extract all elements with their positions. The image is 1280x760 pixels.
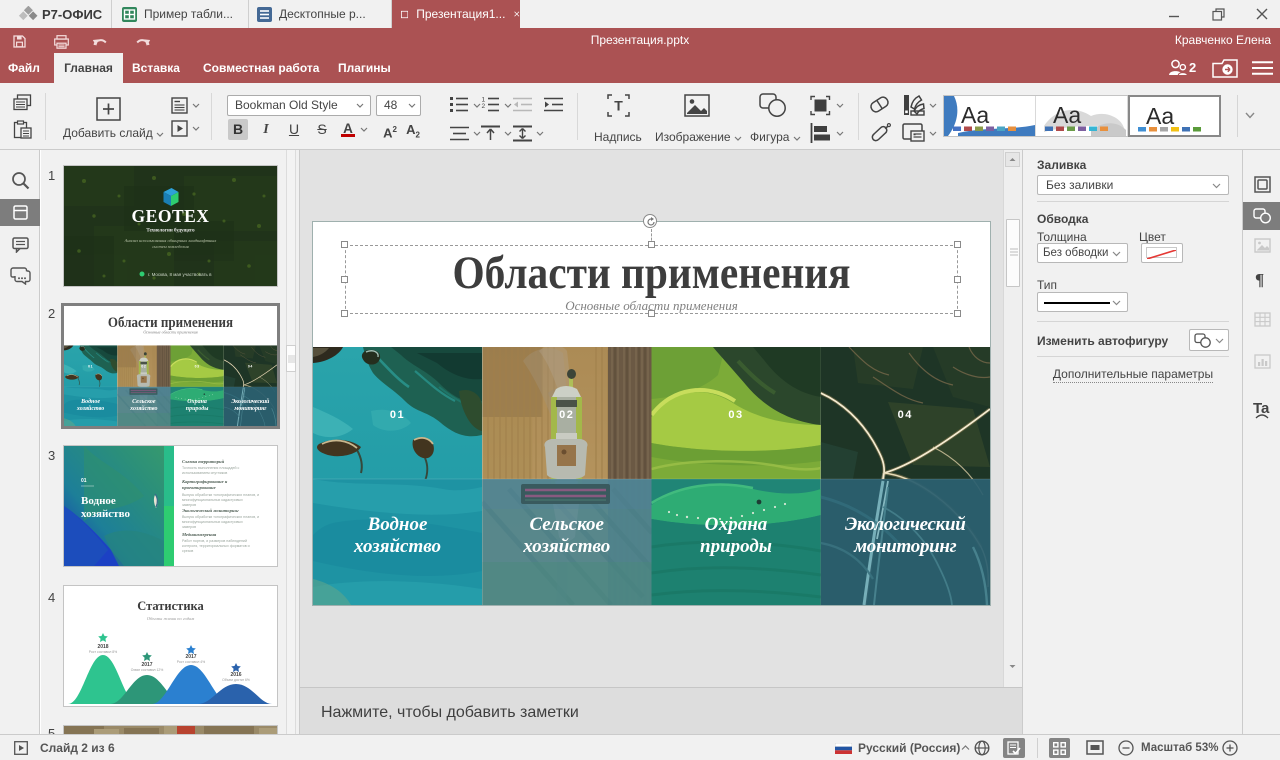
svg-text:Водное: Водное xyxy=(81,495,116,507)
svg-text:контроля, территориальных форм: контроля, территориальных форматов и xyxy=(182,544,250,548)
svg-text:Картографирование и: Картографирование и xyxy=(181,479,228,484)
svg-text:Медиаизмерения: Медиаизмерения xyxy=(181,532,217,537)
svg-text:проектирование: проектирование xyxy=(182,485,216,490)
svg-text:г. Москва, 8 мая участвовать в: г. Москва, 8 мая участвовать в xyxy=(148,272,212,277)
svg-text:Охват составил 12%: Охват составил 12% xyxy=(131,668,163,672)
svg-text:Съемка территорий: Съемка территорий xyxy=(182,459,225,464)
svg-text:Рост составил 4%: Рост составил 4% xyxy=(177,660,205,664)
svg-text:Aa: Aa xyxy=(1146,103,1174,129)
svg-text:Технологии будущего: Технологии будущего xyxy=(146,229,195,234)
svg-text:Aa: Aa xyxy=(1053,102,1081,128)
svg-text:срезов: срезов xyxy=(182,549,193,553)
svg-text:2: 2 xyxy=(482,103,486,110)
svg-text:использованием спутников: использованием спутников xyxy=(182,471,227,475)
svg-text:Работ портов, и размеров наблю: Работ портов, и размеров наблюдений xyxy=(182,539,247,543)
svg-text:систем земледелия: систем земледелия xyxy=(152,244,188,249)
svg-text:01: 01 xyxy=(81,478,87,484)
svg-text:Точность выполнения площадей с: Точность выполнения площадей с xyxy=(182,466,240,470)
svg-text:T: T xyxy=(614,98,623,114)
svg-text:Анализ использования обширных: Анализ использования обширных ландшафтны… xyxy=(124,238,217,243)
svg-text:Статистика: Статистика xyxy=(137,599,204,613)
svg-text:GEOTEX: GEOTEX xyxy=(132,206,210,226)
svg-text:Выпуск обработки топографическ: Выпуск обработки топографических планов,… xyxy=(182,493,259,497)
svg-text:многофункциональных кадастровы: многофункциональных кадастровых xyxy=(182,520,243,524)
svg-text:Выпуск обработки топографическ: Выпуск обработки топографических планов,… xyxy=(182,515,259,519)
svg-text:Объемы жизни по годам: Объемы жизни по годам xyxy=(147,616,195,621)
svg-text:Экологический мониторинг: Экологический мониторинг xyxy=(182,508,239,513)
svg-text:Aa: Aa xyxy=(961,102,989,128)
svg-text:Рост составил 8%: Рост составил 8% xyxy=(89,650,117,654)
svg-text:замеров: замеров xyxy=(182,525,196,529)
svg-text:многофункциональных кадастровы: многофункциональных кадастровых xyxy=(182,498,243,502)
svg-text:Объем достиг 6%: Объем достиг 6% xyxy=(222,678,250,682)
svg-text:хозяйство: хозяйство xyxy=(81,508,130,520)
svg-text:замеров: замеров xyxy=(182,503,196,507)
